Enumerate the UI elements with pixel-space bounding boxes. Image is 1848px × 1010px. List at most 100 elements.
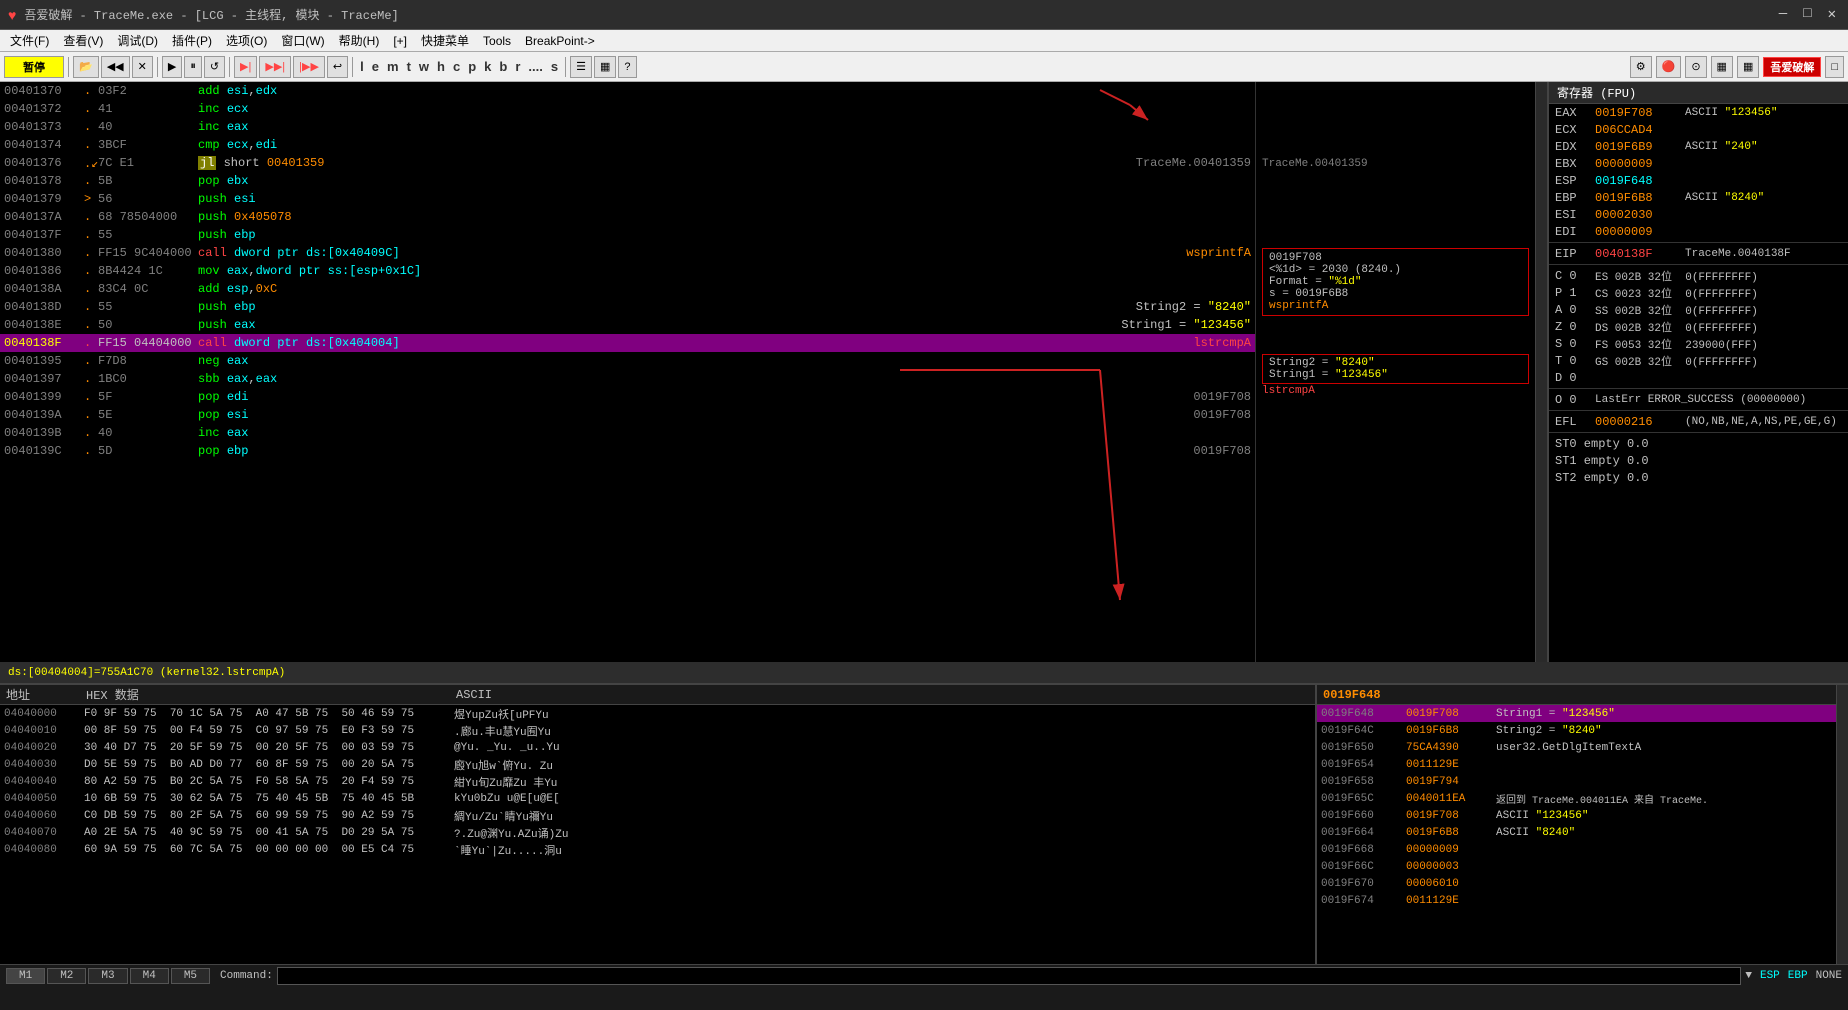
table-row-current[interactable]: 0040138F . FF15 04404000 call dword ptr …	[0, 334, 1255, 352]
wai-logo[interactable]: 吾爱破解	[1763, 57, 1821, 77]
close-btn[interactable]: ✕	[1824, 6, 1840, 23]
stack-scrollbar[interactable]	[1836, 685, 1848, 964]
table-row[interactable]: 00401395 . F7D8 neg eax	[0, 352, 1255, 370]
table-row[interactable]: 04040040 80 A2 59 75 B0 2C 5A 75 F0 58 5…	[0, 773, 1315, 790]
table-row[interactable]: 00401380 . FF15 9C404000 call dword ptr …	[0, 244, 1255, 262]
menu-file[interactable]: 文件(F)	[4, 30, 55, 51]
logo-btn4[interactable]: ▦	[1711, 56, 1733, 78]
toolbar-s[interactable]: s	[548, 57, 561, 76]
open-button[interactable]: 📂	[73, 56, 99, 78]
table-row[interactable]: 0040139C . 5D pop ebp 0019F708	[0, 442, 1255, 460]
menu-plugins[interactable]: 插件(P)	[166, 30, 218, 51]
logo-btn5[interactable]: ▦	[1737, 56, 1759, 78]
table-row[interactable]: 0019F66C 00000003	[1317, 858, 1836, 875]
toolbar-e[interactable]: e	[369, 57, 382, 76]
table-row[interactable]: 04040010 00 8F 59 75 00 F4 59 75 C0 97 5…	[0, 722, 1315, 739]
table-row[interactable]: 00401373 . 40 inc eax	[0, 118, 1255, 136]
menu-help[interactable]: 帮助(H)	[333, 30, 386, 51]
table-row[interactable]: 0040137F . 55 push ebp	[0, 226, 1255, 244]
table-row[interactable]: 0019F658 0019F794	[1317, 773, 1836, 790]
restore-btn[interactable]: □	[1799, 6, 1815, 23]
table-row[interactable]: 00401399 . 5F pop edi 0019F708	[0, 388, 1255, 406]
step-btn1[interactable]: ▶|	[234, 56, 257, 78]
restart-button[interactable]: ↺	[204, 56, 225, 78]
back-button[interactable]: ◀◀	[101, 56, 130, 78]
step-btn2[interactable]: ▶▶|	[259, 56, 291, 78]
table-row[interactable]: 0040139A . 5E pop esi 0019F708	[0, 406, 1255, 424]
table-row[interactable]: 04040030 D0 5E 59 75 B0 AD D0 77 60 8F 5…	[0, 756, 1315, 773]
table-row[interactable]: 0040139B . 40 inc eax	[0, 424, 1255, 442]
table-row[interactable]: 0019F65C 0040011EA 返回到 TraceMe.004011EA …	[1317, 790, 1836, 807]
toolbar-h[interactable]: h	[434, 57, 448, 76]
table-row[interactable]: 0019F664 0019F6B8 ASCII "8240"	[1317, 824, 1836, 841]
table-row[interactable]: 0019F660 0019F708 ASCII "123456"	[1317, 807, 1836, 824]
toolbar-m[interactable]: m	[384, 57, 402, 76]
table-row[interactable]: 0019F64C 0019F6B8 String2 = "8240"	[1317, 722, 1836, 739]
table-row[interactable]: 00401374 . 3BCF cmp ecx,edi	[0, 136, 1255, 154]
toolbar-c[interactable]: c	[450, 57, 463, 76]
table-row[interactable]: 00401397 . 1BC0 sbb eax,eax	[0, 370, 1255, 388]
table-row[interactable]: 04040070 A0 2E 5A 75 40 9C 59 75 00 41 5…	[0, 824, 1315, 841]
tab-m4[interactable]: M4	[130, 968, 169, 984]
command-input[interactable]	[277, 967, 1742, 985]
table-row[interactable]: 0019F668 00000009	[1317, 841, 1836, 858]
menu-options[interactable]: 选项(O)	[220, 30, 273, 51]
table-row[interactable]: 0040138A . 83C4 0C add esp,0xC	[0, 280, 1255, 298]
table-row[interactable]: 00401372 . 41 inc ecx	[0, 100, 1255, 118]
table-row[interactable]: 04040060 C0 DB 59 75 80 2F 5A 75 60 99 5…	[0, 807, 1315, 824]
menu-view[interactable]: 查看(V)	[57, 30, 109, 51]
table-row[interactable]: 04040050 10 6B 59 75 30 62 5A 75 75 40 4…	[0, 790, 1315, 807]
table-row[interactable]: 04040020 30 40 D7 75 20 5F 59 75 00 20 5…	[0, 739, 1315, 756]
logo-btn1[interactable]: ⚙	[1630, 56, 1652, 78]
run-button[interactable]: ▶	[162, 56, 182, 78]
grid-btn[interactable]: ▦	[594, 56, 616, 78]
table-row[interactable]: 04040000 F0 9F 59 75 70 1C 5A 75 A0 47 5…	[0, 705, 1315, 722]
table-row[interactable]: 00401379 > 56 push esi	[0, 190, 1255, 208]
close-trace-button[interactable]: ✕	[132, 56, 153, 78]
table-row[interactable]: 0019F670 00006010	[1317, 875, 1836, 892]
table-row[interactable]: 0019F650 75CA4390 user32.GetDlgItemTextA	[1317, 739, 1836, 756]
tab-m5[interactable]: M5	[171, 968, 210, 984]
toolbar-dots[interactable]: ....	[525, 57, 545, 76]
table-row[interactable]: 0019F674 0011129E	[1317, 892, 1836, 909]
table-row[interactable]: 0040138E . 50 push eax String1 = "123456…	[0, 316, 1255, 334]
logo-btn3[interactable]: ⊙	[1685, 56, 1706, 78]
logo-btn2[interactable]: 🔴	[1656, 56, 1682, 78]
step-btn3[interactable]: |▶▶	[293, 56, 325, 78]
table-row[interactable]: 00401378 . 5B pop ebx	[0, 172, 1255, 190]
table-row[interactable]: 00401386 . 8B4424 1C mov eax,dword ptr s…	[0, 262, 1255, 280]
pause-button[interactable]: 暂停	[4, 56, 64, 78]
toolbar-r[interactable]: r	[512, 57, 523, 76]
reg-t: T 0 GS 002B 32位 0(FFFFFFFF)	[1549, 352, 1848, 369]
table-row[interactable]: 00401370 . 03F2 add esi,edx	[0, 82, 1255, 100]
stack-row-current[interactable]: 0019F648 0019F708 String1 = "123456"	[1317, 705, 1836, 722]
toolbar-b[interactable]: b	[496, 57, 510, 76]
tab-m1[interactable]: M1	[6, 968, 45, 984]
step-btn4[interactable]: ↩	[327, 56, 348, 78]
help-btn[interactable]: ?	[618, 56, 636, 78]
pause-button2[interactable]: ⏸	[184, 56, 202, 78]
toolbar-l[interactable]: l	[357, 57, 367, 76]
tab-m2[interactable]: M2	[47, 968, 86, 984]
menu-debug[interactable]: 调试(D)	[111, 30, 164, 51]
menu-breakpoint[interactable]: BreakPoint->	[519, 32, 601, 50]
list-btn[interactable]: ☰	[570, 56, 592, 78]
menu-plus[interactable]: [+]	[387, 32, 413, 50]
toolbar-k[interactable]: k	[481, 57, 494, 76]
table-row[interactable]: 0019F654 0011129E	[1317, 756, 1836, 773]
logo-btn6[interactable]: □	[1825, 56, 1844, 78]
toolbar-w[interactable]: w	[416, 57, 432, 76]
menu-tools[interactable]: Tools	[477, 32, 517, 50]
tab-m3[interactable]: M3	[88, 968, 127, 984]
menu-window[interactable]: 窗口(W)	[275, 30, 330, 51]
table-row[interactable]: 0040138D . 55 push ebp String2 = "8240"	[0, 298, 1255, 316]
menu-shortcuts[interactable]: 快捷菜单	[415, 30, 475, 51]
toolbar-t[interactable]: t	[404, 57, 414, 76]
table-row[interactable]: 0040137A . 68 78504000 push 0x405078	[0, 208, 1255, 226]
minimize-btn[interactable]: —	[1775, 6, 1791, 23]
toolbar-p[interactable]: p	[465, 57, 479, 76]
table-row[interactable]: 00401376 .↙ 7C E1 jl short 00401359 Trac…	[0, 154, 1255, 172]
table-row[interactable]: 04040080 60 9A 59 75 60 7C 5A 75 00 00 0…	[0, 841, 1315, 858]
dropdown-arrow[interactable]: ▼	[1745, 970, 1752, 982]
disasm-scrollbar[interactable]	[1535, 82, 1547, 662]
